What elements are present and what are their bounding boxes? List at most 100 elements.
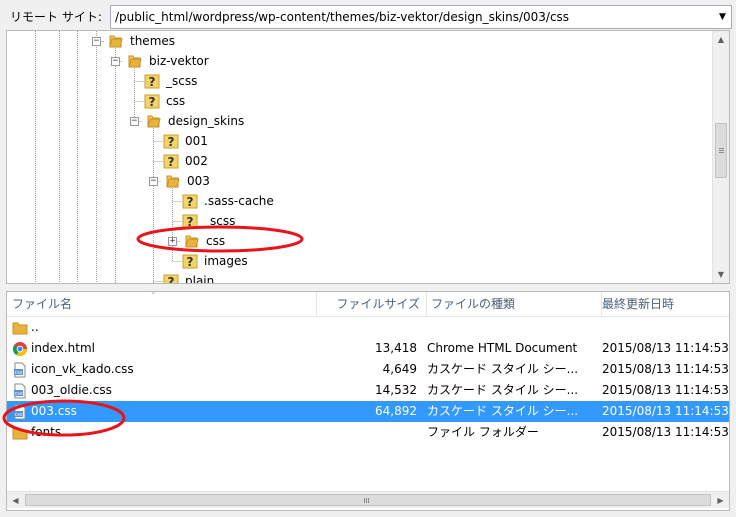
svg-text:css: css	[15, 391, 23, 397]
unknown-folder-icon: ?	[182, 193, 198, 209]
svg-text:?: ?	[149, 95, 156, 109]
expand-toggle-icon[interactable]: +	[168, 236, 177, 246]
file-name: icon_vk_kado.css	[31, 362, 134, 376]
file-type: カスケード スタイル シー...	[427, 404, 579, 418]
tree-item-label: themes	[130, 34, 176, 48]
folder-open-icon	[146, 113, 162, 129]
tree-item[interactable]: ? 002	[163, 151, 208, 171]
scroll-down-icon[interactable]: ▼	[713, 266, 729, 283]
tree-item-label: 001	[185, 134, 208, 148]
file-name: 003.css	[31, 404, 77, 418]
file-row-selected[interactable]: css 003.css 64,892 カスケード スタイル シー... 2015/…	[7, 401, 729, 422]
file-name: ..	[31, 320, 39, 334]
tree-item[interactable]: ? .sass-cache	[182, 191, 274, 211]
tree-item[interactable]: − 003	[149, 171, 210, 191]
column-header-filesize[interactable]: ファイルサイズ	[317, 292, 427, 316]
svg-text:css: css	[15, 370, 23, 376]
file-row[interactable]: index.html 13,418 Chrome HTML Document 2…	[7, 338, 729, 359]
remote-site-label: リモート サイト:	[10, 10, 102, 24]
folder-open-icon	[127, 53, 143, 69]
file-type: カスケード スタイル シー...	[427, 362, 579, 376]
tree-item[interactable]: ? plain	[163, 271, 215, 284]
file-row[interactable]: css 003_oldie.css 14,532 カスケード スタイル シー...…	[7, 380, 729, 401]
tree-item[interactable]: ? images	[182, 251, 248, 271]
tree-item-label: images	[204, 254, 248, 268]
tree-item-label: css	[166, 94, 186, 108]
tree-item-label: 003	[187, 174, 210, 188]
file-size: 14,532	[375, 383, 417, 397]
column-header-modified[interactable]: 最終更新日時	[602, 292, 729, 316]
folder-open-icon	[108, 33, 124, 49]
svg-text:?: ?	[168, 155, 175, 169]
tree-item[interactable]: − design_skins	[130, 111, 244, 131]
chrome-icon	[12, 341, 28, 357]
file-row[interactable]: ..	[7, 317, 729, 338]
collapse-toggle-icon[interactable]: −	[130, 116, 139, 126]
tree-item[interactable]: − biz-vektor	[111, 51, 209, 71]
remote-directory-tree[interactable]: − themes − biz-vektor ? _scss ? css − de…	[6, 30, 730, 284]
tree-item-label: css	[206, 234, 226, 248]
folder-open-icon	[165, 173, 181, 189]
file-row[interactable]: fonts ファイル フォルダー 2015/08/13 11:14:53	[7, 422, 729, 443]
scroll-left-icon[interactable]: ◀	[7, 492, 24, 508]
file-modified: 2015/08/13 11:14:53	[602, 425, 729, 439]
file-type: ファイル フォルダー	[427, 425, 539, 439]
svg-text:?: ?	[168, 275, 175, 284]
tree-item-label: design_skins	[168, 114, 245, 128]
column-header-filename[interactable]: ファイル名 ⌃	[7, 292, 317, 316]
remote-file-list[interactable]: ファイル名 ⌃ ファイルサイズ ファイルの種類 最終更新日時 .. index.h…	[6, 291, 730, 511]
file-modified: 2015/08/13 11:14:53	[602, 383, 729, 397]
column-header-filetype[interactable]: ファイルの種類	[427, 292, 602, 316]
file-size: 4,649	[382, 362, 417, 376]
unknown-folder-icon: ?	[163, 133, 179, 149]
folder-icon	[12, 425, 28, 441]
file-name: index.html	[31, 341, 95, 355]
scrollbar-thumb[interactable]	[715, 123, 727, 178]
list-horizontal-scrollbar[interactable]: ◀ ▶	[7, 491, 729, 508]
tree-item-label: plain	[185, 274, 215, 284]
svg-text:?: ?	[149, 75, 156, 89]
unknown-folder-icon: ?	[144, 73, 160, 89]
svg-text:?: ?	[187, 195, 194, 209]
tree-vertical-scrollbar[interactable]: ▲ ▼	[712, 31, 729, 283]
tree-item-label: biz-vektor	[149, 54, 209, 68]
tree-item[interactable]: ? 001	[163, 131, 208, 151]
tree-item[interactable]: ? _scss	[182, 211, 235, 231]
unknown-folder-icon: ?	[163, 273, 179, 284]
svg-text:css: css	[15, 412, 23, 418]
unknown-folder-icon: ?	[163, 153, 179, 169]
scroll-up-icon[interactable]: ▲	[713, 31, 729, 48]
file-list-header: ファイル名 ⌃ ファイルサイズ ファイルの種類 最終更新日時	[7, 292, 729, 317]
tree-item-label: 002	[185, 154, 208, 168]
scroll-right-icon[interactable]: ▶	[712, 492, 729, 508]
file-modified: 2015/08/13 11:14:53	[602, 341, 729, 355]
file-modified: 2015/08/13 11:14:53	[602, 404, 729, 418]
collapse-toggle-icon[interactable]: −	[92, 36, 101, 46]
tree-item-current[interactable]: + css	[168, 231, 225, 251]
svg-text:?: ?	[187, 255, 194, 269]
tree-item[interactable]: ? _scss	[144, 71, 197, 91]
unknown-folder-icon: ?	[182, 213, 198, 229]
unknown-folder-icon: ?	[182, 253, 198, 269]
tree-item[interactable]: − themes	[92, 31, 175, 51]
tree-item[interactable]: ? css	[144, 91, 185, 111]
file-type: カスケード スタイル シー...	[427, 383, 579, 397]
tree-item-label: .sass-cache	[204, 194, 274, 208]
tree-item-label: _scss	[166, 74, 198, 88]
collapse-toggle-icon[interactable]: −	[149, 176, 158, 186]
scrollbar-thumb[interactable]	[25, 494, 711, 506]
file-row[interactable]: css icon_vk_kado.css 4,649 カスケード スタイル シー.…	[7, 359, 729, 380]
file-name: fonts	[31, 425, 62, 439]
file-modified: 2015/08/13 11:14:53	[602, 362, 729, 376]
svg-text:?: ?	[187, 215, 194, 229]
sort-indicator-icon: ⌃	[150, 291, 157, 300]
chevron-down-icon[interactable]: ▼	[714, 6, 731, 28]
file-size: 64,892	[375, 404, 417, 418]
collapse-toggle-icon[interactable]: −	[111, 56, 120, 66]
unknown-folder-icon: ?	[144, 93, 160, 109]
folder-open-icon	[184, 233, 200, 249]
remote-path-value[interactable]: /public_html/wordpress/wp-content/themes…	[115, 6, 569, 28]
file-name: 003_oldie.css	[31, 383, 112, 397]
folder-icon	[12, 320, 28, 336]
remote-path-combobox[interactable]: /public_html/wordpress/wp-content/themes…	[110, 5, 732, 29]
